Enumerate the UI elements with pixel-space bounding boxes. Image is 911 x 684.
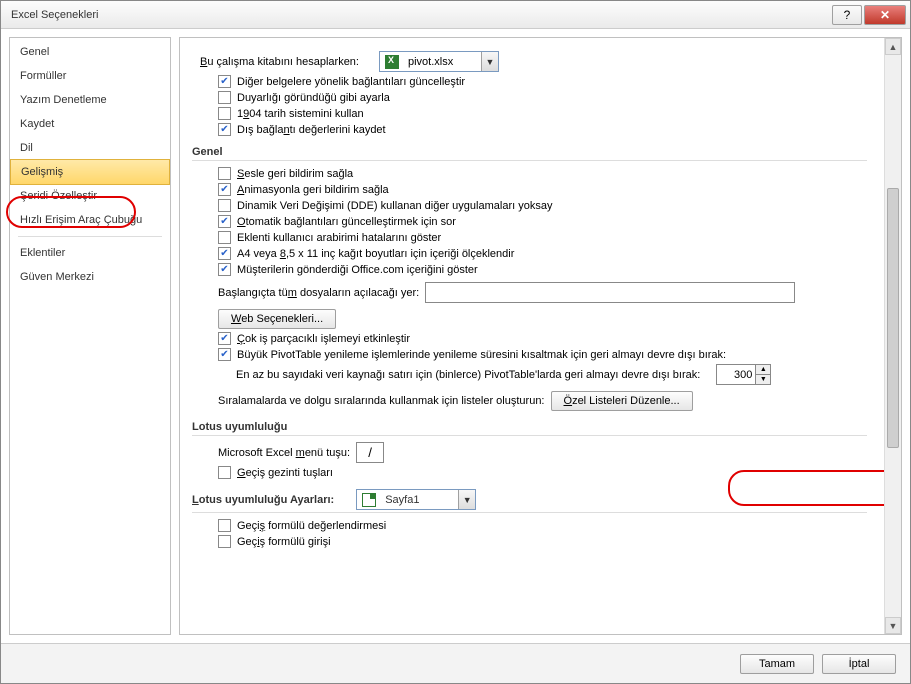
lotus-menukey-row: Microsoft Excel menü tuşu:: [218, 442, 867, 463]
lotus-sheet-dropdown[interactable]: Sayfa1 ▼: [356, 489, 476, 510]
category-sidebar: Genel Formüller Yazım Denetleme Kaydet D…: [9, 37, 171, 635]
section-lotus: Lotus uyumluluğu: [192, 421, 867, 436]
checkbox[interactable]: [218, 466, 231, 479]
startup-path-row: Başlangıçta tüm dosyaların açılacağı yer…: [218, 282, 867, 303]
opt-transition-formula-entry[interactable]: Geçiş formülü girişi: [218, 535, 867, 548]
cancel-button[interactable]: İptal: [822, 654, 896, 674]
pivot-rows-spinner[interactable]: ▲▼: [716, 364, 771, 385]
section-general: Genel: [192, 146, 867, 161]
pivot-rows-input[interactable]: [717, 365, 755, 384]
checkbox[interactable]: [218, 91, 231, 104]
opt-precision-displayed[interactable]: Duyarlığı göründüğü gibi ayarla: [218, 91, 867, 104]
opt-animation-feedback[interactable]: Animasyonla geri bildirim sağla: [218, 183, 867, 196]
lotus-menukey-input[interactable]: [356, 442, 384, 463]
options-dialog: Excel Seçenekleri ? ✕ Genel Formüller Ya…: [0, 0, 911, 684]
sidebar-divider: [18, 236, 162, 237]
chevron-down-icon: ▼: [481, 52, 498, 71]
opt-transition-formula-eval[interactable]: Geçiş formülü değerlendirmesi: [218, 519, 867, 532]
checkbox[interactable]: [218, 247, 231, 260]
sidebar-item-formulas[interactable]: Formüller: [10, 64, 170, 88]
window-title: Excel Seçenekleri: [5, 9, 832, 21]
checkbox[interactable]: [218, 263, 231, 276]
checkbox[interactable]: [218, 199, 231, 212]
vertical-scrollbar[interactable]: ▲ ▼: [884, 38, 901, 634]
scroll-up-button[interactable]: ▲: [885, 38, 901, 55]
checkbox[interactable]: [218, 519, 231, 532]
titlebar: Excel Seçenekleri ? ✕: [1, 1, 910, 29]
opt-transition-nav-keys[interactable]: Geçiş gezinti tuşları: [218, 466, 867, 479]
edit-custom-lists-button[interactable]: Özel Listeleri Düzenle...: [551, 391, 693, 411]
sidebar-item-customize-ribbon[interactable]: Şeridi Özelleştir: [10, 184, 170, 208]
advanced-options-content: Bu çalışma kitabını hesaplarken: pivot.x…: [180, 38, 901, 561]
workbook-calc-dropdown[interactable]: pivot.xlsx ▼: [379, 51, 499, 72]
sidebar-item-save[interactable]: Kaydet: [10, 112, 170, 136]
opt-save-external-links[interactable]: Dış bağlantı değerlerini kaydet: [218, 123, 867, 136]
web-options-button[interactable]: Web Seçenekleri...: [218, 309, 336, 329]
checkbox[interactable]: [218, 107, 231, 120]
sidebar-item-proofing[interactable]: Yazım Denetleme: [10, 88, 170, 112]
sheet-icon: [361, 492, 377, 508]
sidebar-item-general[interactable]: Genel: [10, 40, 170, 64]
opt-update-links[interactable]: Diğer belgelere yönelik bağlantıları gün…: [218, 75, 867, 88]
opt-ignore-dde[interactable]: Dinamik Veri Değişimi (DDE) kullanan diğ…: [218, 199, 867, 212]
opt-ask-update-links[interactable]: Otomatik bağlantıları güncelleştirmek iç…: [218, 215, 867, 228]
ok-button[interactable]: Tamam: [740, 654, 814, 674]
checkbox[interactable]: [218, 183, 231, 196]
dialog-body: Genel Formüller Yazım Denetleme Kaydet D…: [1, 29, 910, 643]
sidebar-item-language[interactable]: Dil: [10, 136, 170, 160]
sidebar-item-quickaccess[interactable]: Hızlı Erişim Araç Çubuğu: [10, 208, 170, 232]
close-button[interactable]: ✕: [864, 5, 906, 25]
checkbox[interactable]: [218, 123, 231, 136]
opt-1904-date[interactable]: 1904 tarih sistemini kullan: [218, 107, 867, 120]
section-lotus-settings: Lotus uyumluluğu Ayarları: Sayfa1 ▼: [192, 489, 867, 513]
excel-file-icon: [384, 54, 400, 70]
startup-path-input[interactable]: [425, 282, 795, 303]
content-panel: Bu çalışma kitabını hesaplarken: pivot.x…: [179, 37, 902, 635]
chevron-down-icon: ▼: [458, 490, 475, 509]
opt-sound-feedback[interactable]: Sesle geri bildirim sağla: [218, 167, 867, 180]
checkbox[interactable]: [218, 332, 231, 345]
opt-addin-ui-errors[interactable]: Eklenti kullanıcı arabirimi hatalarını g…: [218, 231, 867, 244]
scroll-down-button[interactable]: ▼: [885, 617, 901, 634]
opt-show-office-content[interactable]: Müşterilerin gönderdiği Office.com içeri…: [218, 263, 867, 276]
help-button[interactable]: ?: [832, 5, 862, 25]
checkbox[interactable]: [218, 535, 231, 548]
sidebar-item-trust[interactable]: Güven Merkezi: [10, 265, 170, 289]
scroll-thumb[interactable]: [887, 188, 899, 448]
sidebar-item-addins[interactable]: Eklentiler: [10, 241, 170, 265]
checkbox[interactable]: [218, 231, 231, 244]
checkbox[interactable]: [218, 167, 231, 180]
opt-pivot-disable-undo[interactable]: Büyük PivotTable yenileme işlemlerinde y…: [218, 348, 867, 361]
checkbox[interactable]: [218, 215, 231, 228]
spinner-down[interactable]: ▼: [756, 375, 770, 384]
dialog-footer: Tamam İptal: [1, 643, 910, 683]
custom-lists-row: Sıralamalarda ve dolgu sıralarında kulla…: [218, 391, 867, 411]
checkbox[interactable]: [218, 75, 231, 88]
sidebar-item-advanced[interactable]: Gelişmiş: [10, 159, 170, 185]
spinner-up[interactable]: ▲: [756, 365, 770, 375]
opt-multithread[interactable]: Çok iş parçacıklı işlemeyi etkinleştir: [218, 332, 867, 345]
window-controls: ? ✕: [832, 5, 906, 25]
opt-scale-paper[interactable]: A4 veya 8,5 x 11 inç kağıt boyutları içi…: [218, 247, 867, 260]
workbook-calc-row: Bu çalışma kitabını hesaplarken: pivot.x…: [200, 51, 867, 72]
pivot-rows-row: En az bu sayıdaki veri kaynağı satırı iç…: [236, 364, 867, 385]
checkbox[interactable]: [218, 348, 231, 361]
